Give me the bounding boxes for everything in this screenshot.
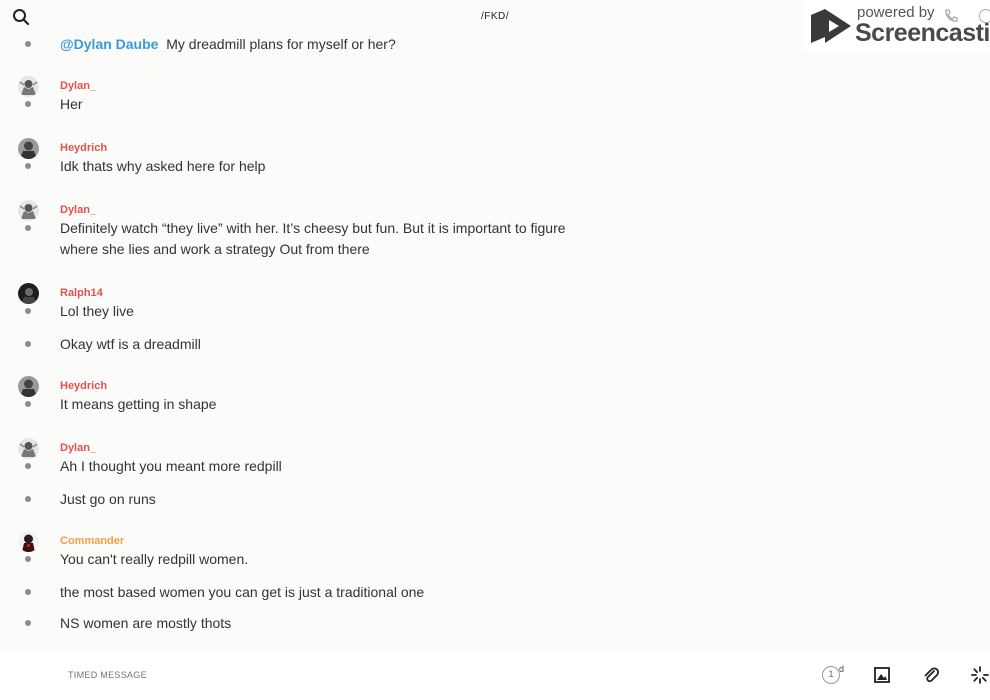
avatar[interactable] <box>18 531 39 552</box>
message-text: Definitely watch “they live” with her. I… <box>60 218 580 260</box>
message-text: You can't really redpill women. <box>60 549 580 570</box>
info-icon[interactable] <box>979 9 990 23</box>
message-status-dot <box>25 101 31 107</box>
message-body: NS women are mostly thots <box>60 615 232 631</box>
message-status-dot <box>25 496 31 502</box>
message-status-dot <box>25 401 31 407</box>
message-status-dot <box>25 620 31 626</box>
message-author[interactable]: Heydrich <box>60 380 107 392</box>
timer-unit: d <box>839 664 845 674</box>
message-text: Okay wtf is a dreadmill <box>60 334 580 355</box>
message-text: Just go on runs <box>60 489 580 510</box>
message-body: Definitely watch “they live” with her. I… <box>60 220 566 257</box>
message-body: My dreadmill plans for myself or her? <box>166 36 396 52</box>
message-text: the most based women you can get is just… <box>60 582 580 603</box>
message-body: Her <box>60 96 83 112</box>
message-body: Idk thats why asked here for help <box>60 158 266 174</box>
message-body: Ah I thought you meant more redpill <box>60 458 282 474</box>
timer-button[interactable]: 1 <box>822 666 840 684</box>
message-text: NS women are mostly thots <box>60 613 580 634</box>
message-list: @Dylan Daube My dreadmill plans for myse… <box>0 34 990 649</box>
message-body: It means getting in shape <box>60 396 217 412</box>
message-text: Ah I thought you meant more redpill <box>60 456 580 477</box>
message-input[interactable] <box>68 670 468 680</box>
message-body: Just go on runs <box>60 491 156 507</box>
avatar[interactable] <box>18 283 39 304</box>
phone-icon[interactable] <box>943 8 959 24</box>
message-body: the most based women you can get is just… <box>60 584 425 600</box>
message-author[interactable]: Dylan_ <box>60 80 96 92</box>
message-status-dot <box>25 225 31 231</box>
message-status-dot <box>25 589 31 595</box>
message-status-dot <box>25 556 31 562</box>
message-author[interactable]: Commander <box>60 535 124 547</box>
message-author[interactable]: Dylan_ <box>60 442 96 454</box>
message-text: Idk thats why asked here for help <box>60 156 580 177</box>
message-text: It means getting in shape <box>60 394 580 415</box>
avatar[interactable] <box>18 76 39 97</box>
image-icon[interactable] <box>872 665 892 685</box>
message-author[interactable]: Dylan_ <box>60 204 96 216</box>
message-status-dot <box>25 463 31 469</box>
message-text: Lol they live <box>60 301 580 322</box>
avatar[interactable] <box>18 138 39 159</box>
composer-bar: 1 d <box>0 650 990 700</box>
message-status-dot <box>25 341 31 347</box>
message-text: @Dylan Daube My dreadmill plans for myse… <box>60 34 580 55</box>
loading-spinner-icon[interactable] <box>970 665 990 685</box>
message-status-dot <box>25 41 31 47</box>
mention-link[interactable]: @Dylan Daube <box>60 36 158 52</box>
avatar[interactable] <box>18 200 39 221</box>
message-status-dot <box>25 308 31 314</box>
message-body: You can't really redpill women. <box>60 551 249 567</box>
message-body: Lol they live <box>60 303 134 319</box>
avatar[interactable] <box>18 438 39 459</box>
message-status-dot <box>25 163 31 169</box>
avatar[interactable] <box>18 376 39 397</box>
message-author[interactable]: Ralph14 <box>60 287 103 299</box>
message-body: Okay wtf is a dreadmill <box>60 336 201 352</box>
message-text: Her <box>60 94 580 115</box>
attachment-icon[interactable] <box>921 665 941 685</box>
message-author[interactable]: Heydrich <box>60 142 107 154</box>
